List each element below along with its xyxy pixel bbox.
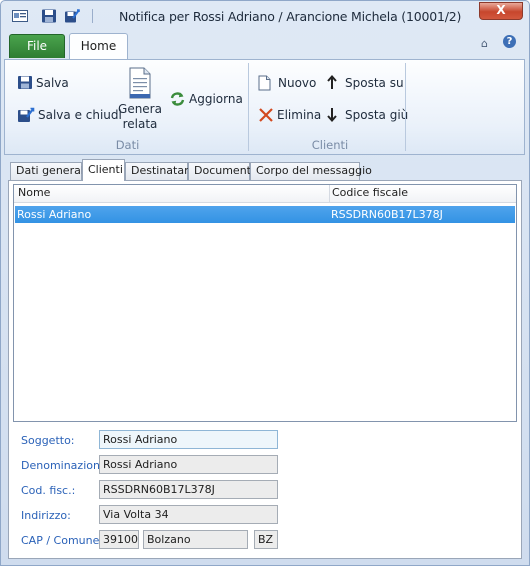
- column-header-codice-fiscale[interactable]: Codice fiscale: [332, 186, 408, 199]
- indirizzo-label: Indirizzo:: [21, 509, 71, 522]
- arrow-down-icon: [327, 108, 337, 122]
- ribbon: Salva Salva e chiudi Genera relata Aggio…: [4, 59, 525, 155]
- genera-relata-button[interactable]: Genera relata: [117, 67, 163, 139]
- tab-documenti[interactable]: Documenti: [188, 162, 254, 180]
- soggetto-label: Soggetto:: [21, 434, 75, 447]
- save-close-icon: [18, 107, 35, 122]
- cell-codice-fiscale: RSSDRN60B17L378J: [331, 208, 443, 221]
- nuovo-button[interactable]: Nuovo: [258, 75, 316, 91]
- group-separator: [405, 63, 406, 151]
- save-icon[interactable]: [41, 9, 57, 23]
- cap-field: 39100: [99, 530, 139, 549]
- sposta-su-button[interactable]: Sposta su: [326, 75, 404, 90]
- tab-dati-generali[interactable]: Dati generali: [10, 162, 87, 180]
- aggiorna-label: Aggiorna: [189, 92, 243, 106]
- group-label-dati: Dati: [115, 138, 140, 152]
- elimina-label: Elimina: [277, 108, 322, 122]
- form-icon[interactable]: [12, 9, 28, 23]
- tab-corpo-del-messaggio[interactable]: Corpo del messaggio: [250, 162, 372, 180]
- sposta-giu-label: Sposta giù: [345, 107, 409, 122]
- clienti-grid[interactable]: Nome Codice fiscale Rossi Adriano RSSDRN…: [13, 184, 517, 422]
- save-close-icon[interactable]: [64, 9, 80, 23]
- cap-comune-label: CAP / Comune:: [21, 534, 104, 547]
- nuovo-label: Nuovo: [278, 76, 317, 90]
- aggiorna-button[interactable]: Aggiorna: [169, 91, 243, 107]
- delete-icon: [259, 108, 273, 122]
- grid-header: Nome Codice fiscale: [14, 185, 516, 203]
- salva-button[interactable]: Salva: [17, 75, 69, 90]
- provincia-field: BZ: [254, 530, 278, 549]
- title-bar: Notifica per Rossi Adriano / Arancione M…: [1, 1, 529, 31]
- soggetto-field[interactable]: Rossi Adriano: [99, 430, 278, 449]
- arrow-up-icon: [327, 75, 337, 89]
- tab-destinatari[interactable]: Destinatari: [125, 162, 192, 180]
- denominazione-field: Rossi Adriano: [99, 455, 278, 474]
- cod-fisc-label: Cod. fisc.:: [21, 484, 76, 497]
- close-button[interactable]: X: [479, 2, 523, 20]
- tab-home[interactable]: Home: [69, 33, 128, 60]
- denominazione-label: Denominazione:: [21, 459, 111, 472]
- window-title: Notifica per Rossi Adriano / Arancione M…: [119, 9, 462, 24]
- tab-file[interactable]: File: [9, 34, 65, 58]
- genera-relata-label-2: relata: [122, 117, 158, 131]
- sposta-giu-button[interactable]: Sposta giù: [326, 107, 408, 122]
- salva-e-chiudi-label: Salva e chiudi: [38, 108, 122, 122]
- comune-field: Bolzano: [143, 530, 248, 549]
- help-icon[interactable]: ?: [503, 35, 516, 48]
- salva-label: Salva: [36, 75, 69, 90]
- new-document-icon: [258, 75, 271, 91]
- clienti-panel: Nome Codice fiscale Rossi Adriano RSSDRN…: [8, 180, 522, 559]
- ribbon-collapse-icon[interactable]: ⌂: [481, 37, 488, 50]
- sposta-su-label: Sposta su: [345, 75, 404, 90]
- indirizzo-field: Via Volta 34: [99, 505, 278, 524]
- elimina-button[interactable]: Elimina: [258, 107, 321, 123]
- cell-nome: Rossi Adriano: [17, 208, 92, 221]
- quick-access-separator: [92, 9, 93, 23]
- refresh-icon: [170, 92, 185, 106]
- cod-fisc-field: RSSDRN60B17L378J: [99, 480, 278, 499]
- salva-e-chiudi-button[interactable]: Salva e chiudi: [17, 107, 122, 123]
- table-row[interactable]: Rossi Adriano RSSDRN60B17L378J: [15, 206, 515, 223]
- tab-clienti[interactable]: Clienti: [82, 159, 125, 181]
- app-window: Notifica per Rossi Adriano / Arancione M…: [0, 0, 530, 566]
- genera-relata-label-1: Genera: [118, 102, 162, 116]
- column-divider[interactable]: [329, 185, 330, 202]
- document-icon: [129, 67, 151, 99]
- group-separator: [248, 63, 249, 151]
- column-header-nome[interactable]: Nome: [18, 186, 50, 199]
- save-icon: [18, 76, 32, 89]
- group-label-clienti: Clienti: [311, 138, 349, 152]
